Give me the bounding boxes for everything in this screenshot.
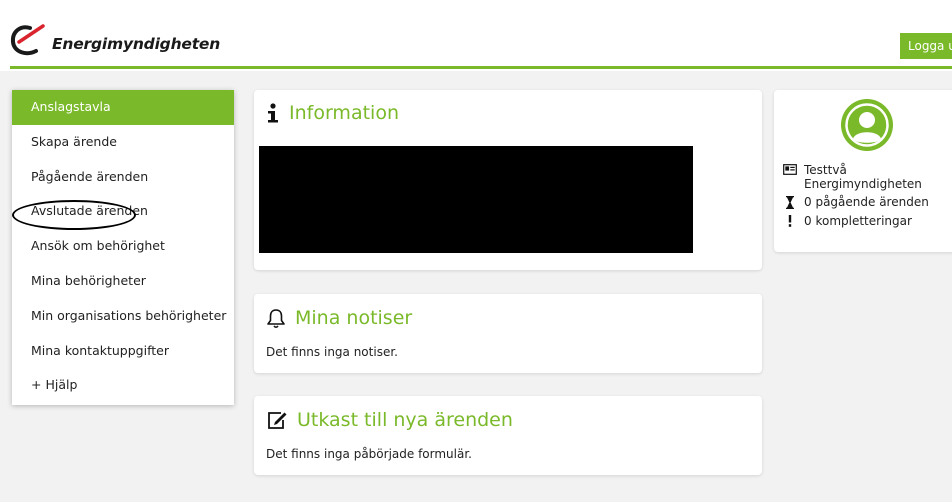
header: Energimyndigheten Logga ut: [0, 0, 952, 71]
user-avatar-icon: [841, 99, 893, 151]
sidebar-nav: Anslagstavla Skapa ärende Pågående ärend…: [12, 90, 234, 405]
profile-card: Testtvå Energimyndigheten 0 pågående äre…: [774, 90, 952, 252]
info-icon: [266, 103, 280, 123]
utkast-title-row: Utkast till nya ärenden: [266, 409, 513, 431]
energimyndigheten-logo-icon: [10, 24, 45, 56]
hourglass-icon: [782, 195, 798, 209]
sidebar-item-skapa-arende[interactable]: Skapa ärende: [12, 125, 234, 160]
logo-text: Energimyndigheten: [52, 35, 221, 53]
bell-icon: [266, 308, 286, 329]
sidebar-item-pagaende-arenden[interactable]: Pågående ärenden: [12, 160, 234, 195]
header-divider: [10, 66, 952, 69]
information-title: Information: [289, 102, 399, 124]
notiser-title: Mina notiser: [295, 307, 413, 329]
id-card-icon: [782, 163, 798, 175]
notiser-title-row: Mina notiser: [266, 307, 412, 329]
main-area: Anslagstavla Skapa ärende Pågående ärend…: [0, 71, 952, 502]
sidebar-item-avslutade-arenden[interactable]: Avslutade ärenden: [12, 194, 234, 229]
sidebar-item-mina-behorigheter[interactable]: Mina behörigheter: [12, 264, 234, 299]
notiser-empty-text: Det finns inga notiser.: [266, 345, 398, 359]
profile-name-row: Testtvå Energimyndigheten: [782, 163, 952, 191]
logo[interactable]: Energimyndigheten: [10, 20, 220, 60]
sidebar-item-hjalp[interactable]: + Hjälp: [12, 368, 234, 403]
profile-completions-row: 0 kompletteringar: [782, 214, 952, 228]
sidebar-item-ansok-om-behorighet[interactable]: Ansök om behörighet: [12, 229, 234, 264]
edit-icon: [266, 410, 288, 430]
sidebar-item-mina-kontaktuppgifter[interactable]: Mina kontaktuppgifter: [12, 334, 234, 369]
redacted-content: [259, 146, 693, 253]
sidebar-item-anslagstavla[interactable]: Anslagstavla: [12, 90, 234, 125]
profile-ongoing-row: 0 pågående ärenden: [782, 195, 952, 209]
sidebar-item-min-organisations-behorigheter[interactable]: Min organisations behörigheter: [12, 299, 234, 334]
exclamation-icon: [782, 214, 798, 227]
profile-name: Testtvå Energimyndigheten: [804, 163, 922, 191]
notiser-card: Mina notiser Det finns inga notiser.: [254, 294, 762, 373]
utkast-card: Utkast till nya ärenden Det finns inga p…: [254, 396, 762, 475]
profile-completions: 0 kompletteringar: [804, 214, 912, 228]
utkast-empty-text: Det finns inga påbörjade formulär.: [266, 447, 472, 461]
utkast-title: Utkast till nya ärenden: [297, 409, 513, 431]
information-title-row: Information: [266, 102, 399, 124]
logout-button[interactable]: Logga ut: [900, 33, 952, 59]
information-card: Information: [254, 90, 762, 270]
profile-ongoing: 0 pågående ärenden: [804, 195, 929, 209]
